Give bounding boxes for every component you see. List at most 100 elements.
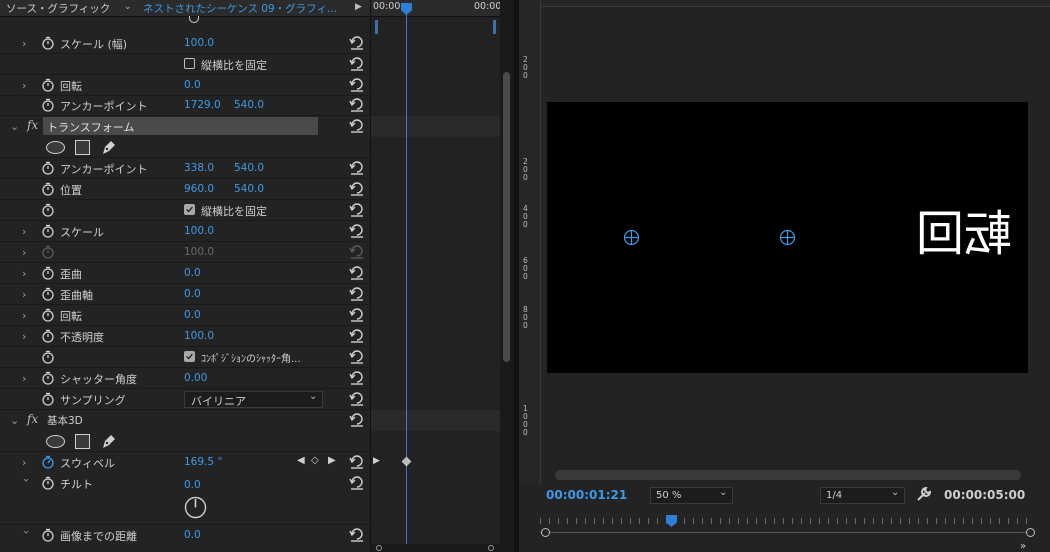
chevron-right-icon[interactable]: › (22, 456, 32, 469)
value-anchor-y[interactable]: 540.0 (234, 162, 264, 174)
comp-shutter-checkbox[interactable] (184, 351, 195, 362)
stopwatch-active-icon[interactable] (41, 455, 55, 469)
chevron-down-icon[interactable]: ⌄ (124, 2, 132, 12)
pen-mask-icon[interactable] (100, 139, 117, 155)
scrollbar-thumb[interactable] (503, 72, 510, 362)
value-tilt[interactable]: 0.0 (184, 479, 201, 491)
reset-icon[interactable] (349, 224, 365, 238)
stopwatch-icon[interactable] (41, 392, 55, 406)
add-keyframe-icon[interactable]: ◇ (311, 455, 319, 466)
reset-icon[interactable] (349, 182, 365, 196)
chevron-right-icon[interactable]: › (22, 79, 32, 92)
angle-dial-icon[interactable] (184, 496, 207, 519)
position-crosshair-icon[interactable] (779, 229, 796, 246)
value-skew-axis[interactable]: 0.0 (184, 288, 201, 300)
reset-icon[interactable] (349, 413, 365, 427)
track-play-icon[interactable]: ▶ (373, 456, 380, 466)
lock-ratio-checkbox[interactable] (184, 204, 195, 215)
chevron-right-icon[interactable]: › (22, 309, 32, 322)
horizontal-ruler[interactable] (540, 0, 1050, 7)
reset-icon[interactable] (349, 371, 365, 385)
pen-mask-icon[interactable] (100, 433, 117, 449)
value-rotation[interactable]: 0.0 (184, 309, 201, 321)
value-distance[interactable]: 0.0 (184, 529, 201, 541)
scroll-handle-right[interactable] (488, 545, 494, 551)
rectangle-mask-icon[interactable] (75, 434, 90, 449)
stopwatch-icon[interactable] (41, 161, 55, 175)
current-timecode[interactable]: 00:00:01:21 (546, 488, 627, 502)
stopwatch-icon[interactable] (41, 98, 55, 112)
zoom-handle-right[interactable] (1026, 528, 1035, 537)
chevron-down-icon[interactable]: › (20, 530, 33, 540)
ellipse-mask-icon[interactable] (46, 141, 65, 154)
value-scale[interactable]: 100.0 (184, 225, 214, 237)
stopwatch-icon[interactable] (41, 182, 55, 196)
vertical-ruler[interactable]: 2 0 0 2 0 0 4 0 0 6 0 0 8 0 0 1 0 0 0 (519, 0, 541, 484)
reset-icon[interactable] (349, 161, 365, 175)
chevron-down-icon[interactable]: › (20, 478, 33, 488)
stopwatch-icon[interactable] (41, 329, 55, 343)
zoom-bar-track[interactable] (540, 532, 1032, 533)
value-anchor-x[interactable]: 338.0 (184, 162, 214, 174)
value-scale-width[interactable]: 100.0 (184, 37, 214, 49)
fx-icon[interactable]: fx (27, 412, 38, 426)
reset-icon[interactable] (349, 266, 365, 280)
wrench-settings-icon[interactable] (915, 485, 933, 503)
work-area-end[interactable] (493, 20, 496, 34)
stopwatch-icon[interactable] (41, 528, 55, 542)
reset-icon[interactable] (349, 476, 365, 490)
reset-icon[interactable] (349, 329, 365, 343)
value-opacity[interactable]: 100.0 (184, 330, 214, 342)
more-controls-icon[interactable]: » (1020, 541, 1026, 552)
zoom-select[interactable]: 50 % ⌄ (650, 487, 733, 504)
reset-icon[interactable] (349, 78, 365, 92)
reset-icon[interactable] (349, 308, 365, 322)
mini-playhead[interactable] (666, 515, 677, 527)
play-only-icon[interactable]: ▶ (355, 2, 362, 12)
reset-icon[interactable] (349, 392, 365, 406)
rectangle-mask-icon[interactable] (75, 140, 90, 155)
prev-keyframe-icon[interactable]: ◀ (297, 455, 305, 466)
reset-icon[interactable] (349, 287, 365, 301)
video-canvas[interactable]: 転回 (547, 102, 1028, 373)
timeline-hscroll[interactable] (371, 544, 501, 552)
stopwatch-icon[interactable] (41, 350, 55, 364)
chevron-right-icon[interactable]: › (22, 372, 32, 385)
stopwatch-icon[interactable] (41, 78, 55, 92)
sampling-select[interactable]: バイリニア ⌄ (184, 391, 323, 408)
chevron-right-icon[interactable]: › (22, 225, 32, 238)
chevron-down-icon[interactable]: ⌄ (10, 414, 19, 427)
value-swivel[interactable]: 169.5 ° (184, 456, 223, 468)
reset-icon[interactable] (349, 119, 365, 133)
time-ruler[interactable]: 00:00 00:00 (371, 0, 501, 17)
vertical-scrollbar[interactable] (500, 0, 514, 552)
value-skew[interactable]: 0.0 (184, 267, 201, 279)
mini-time-ruler[interactable] (540, 514, 1035, 537)
zoom-handle-left[interactable] (541, 528, 550, 537)
value-anchor-x[interactable]: 1729.0 (184, 99, 221, 111)
reset-icon[interactable] (349, 528, 365, 542)
stopwatch-icon[interactable] (41, 36, 55, 50)
tab-source[interactable]: ソース・グラフィック (6, 1, 110, 16)
reset-icon[interactable] (349, 203, 365, 217)
value-shutter-angle[interactable]: 0.00 (184, 372, 207, 384)
stopwatch-icon[interactable] (41, 266, 55, 280)
value-position-y[interactable]: 540.0 (234, 183, 264, 195)
stopwatch-icon[interactable] (41, 308, 55, 322)
tab-sequence[interactable]: ネストされたシーケンス 09・グラフィ... (143, 1, 337, 16)
stopwatch-icon[interactable] (41, 287, 55, 301)
value-position-x[interactable]: 960.0 (184, 183, 214, 195)
stopwatch-icon[interactable] (41, 371, 55, 385)
stopwatch-icon[interactable] (41, 224, 55, 238)
reset-icon[interactable] (349, 36, 365, 50)
effect-timeline[interactable]: 00:00 00:00 ▶ (370, 0, 501, 552)
stopwatch-icon[interactable] (41, 203, 55, 217)
chevron-down-icon[interactable]: ⌄ (10, 120, 19, 133)
chevron-right-icon[interactable]: › (22, 330, 32, 343)
reset-icon[interactable] (349, 455, 365, 469)
keyframe-icon[interactable] (401, 456, 412, 467)
reset-icon[interactable] (349, 57, 365, 71)
value-rotation[interactable]: 0.0 (184, 79, 201, 91)
lock-ratio-checkbox[interactable] (184, 58, 195, 69)
ellipse-mask-icon[interactable] (46, 435, 65, 448)
